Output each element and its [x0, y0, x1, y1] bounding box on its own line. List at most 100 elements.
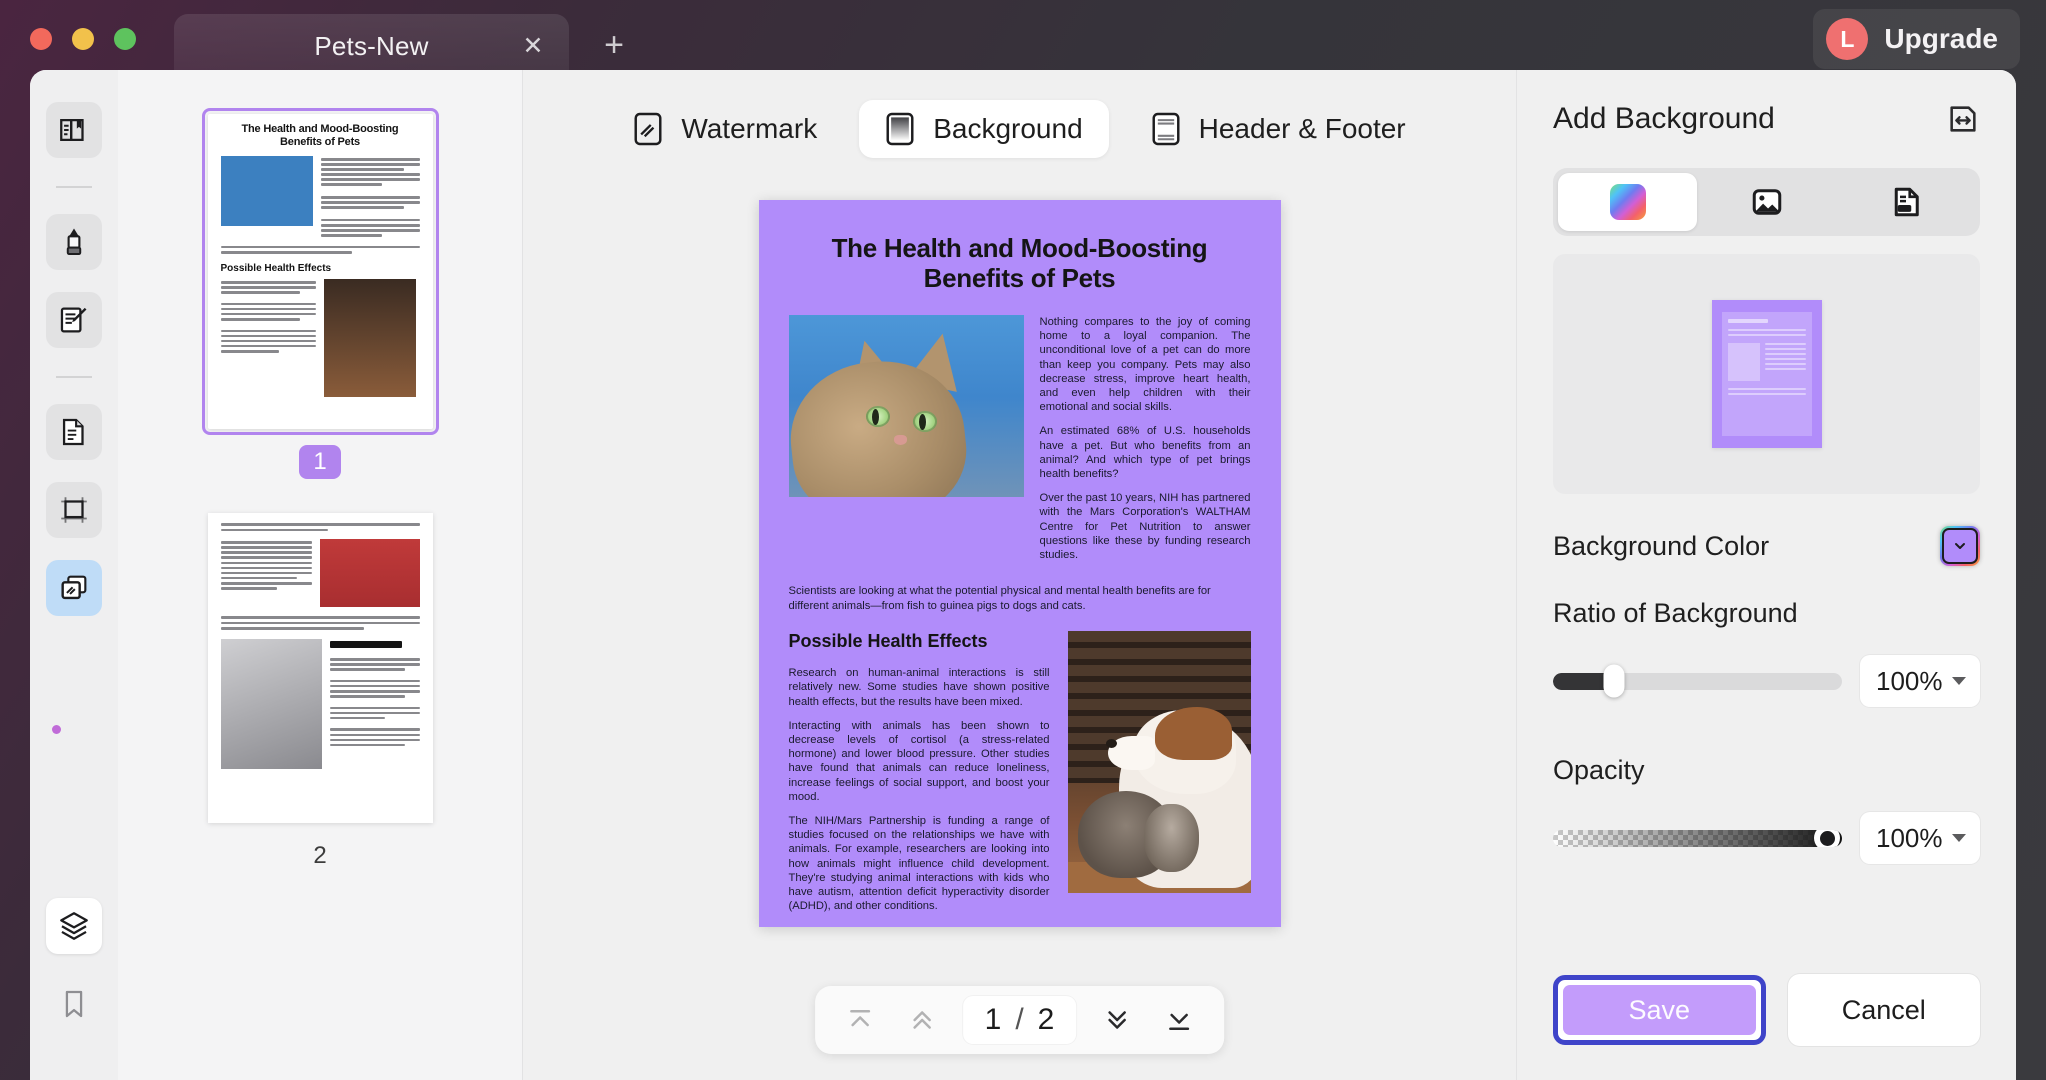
document-paragraph: Interacting with animals has been shown … — [788, 719, 1050, 803]
thumbnail-page-number: 2 — [313, 842, 327, 869]
document-paragraph: Nothing compares to the joy of coming ho… — [1039, 316, 1251, 414]
title-bar: Pets-New ✕ + L Upgrade — [0, 0, 2046, 78]
document-scroll-region[interactable]: The Health and Mood-Boosting Benefits of… — [523, 160, 1516, 1080]
active-tool-indicator — [52, 725, 61, 734]
chevron-down-icon — [1952, 677, 1966, 685]
close-icon[interactable]: ✕ — [519, 32, 547, 60]
color-gradient-icon — [1609, 184, 1646, 220]
thumbnail-item-2[interactable]: 2 — [207, 513, 433, 873]
header-footer-icon — [1152, 112, 1180, 146]
cancel-button[interactable]: Cancel — [1787, 974, 1980, 1046]
previous-page-button[interactable] — [893, 997, 951, 1043]
app-window: The Health and Mood-Boosting Benefits of… — [30, 70, 2016, 1080]
file-icon — [1894, 187, 1919, 217]
ratio-value-dropdown[interactable]: 100% — [1860, 655, 1980, 707]
thumbnail-cat-image — [220, 156, 313, 226]
document-paragraph: Over the past 10 years, NIH has partnere… — [1039, 492, 1251, 562]
document-area: Watermark Background Header & Footer The… — [523, 70, 1516, 1080]
tab-pets-new[interactable]: Pets-New ✕ — [174, 14, 569, 78]
page-thumbnail[interactable] — [207, 513, 433, 823]
source-tab-image[interactable] — [1697, 173, 1836, 231]
layers-icon — [60, 912, 88, 940]
first-page-icon — [849, 1010, 870, 1027]
rail-bottom-group — [46, 898, 102, 1080]
opacity-slider-thumb[interactable] — [1814, 829, 1840, 847]
ratio-slider[interactable] — [1553, 664, 1842, 698]
thumbnail-dog-image — [323, 278, 416, 397]
sidebar-item-bookmark[interactable] — [46, 976, 102, 1032]
background-color-swatch[interactable] — [1940, 526, 1980, 566]
sidebar-item-edit-document[interactable] — [46, 292, 102, 348]
previous-page-icon — [912, 1011, 931, 1029]
thumbnail-preview — [208, 513, 433, 769]
minimize-window-button[interactable] — [72, 28, 94, 50]
tab-background[interactable]: Background — [859, 100, 1109, 158]
sidebar-item-layers[interactable] — [46, 898, 102, 954]
tab-header-footer[interactable]: Header & Footer — [1125, 100, 1432, 158]
current-page-value: 1 — [984, 1003, 1002, 1036]
sidebar-item-organize-pages[interactable] — [46, 404, 102, 460]
thumbnail-item-1[interactable]: The Health and Mood-Boosting Benefits of… — [201, 108, 439, 479]
sidebar-item-reader-view[interactable] — [46, 102, 102, 158]
panel-actions: Save Cancel — [1553, 950, 1980, 1080]
opacity-value-dropdown[interactable]: 100% — [1860, 812, 1980, 864]
thumbnail-panel[interactable]: The Health and Mood-Boosting Benefits of… — [118, 70, 523, 1080]
document-page[interactable]: The Health and Mood-Boosting Benefits of… — [758, 200, 1281, 927]
last-page-icon — [1169, 1013, 1190, 1030]
document-wide-paragraph: Scientists are looking at what the poten… — [788, 585, 1211, 612]
source-tab-file[interactable] — [1836, 173, 1975, 231]
sidebar-item-crop-page[interactable] — [46, 482, 102, 538]
rail-divider-1 — [56, 186, 92, 188]
chevron-down-icon — [1952, 834, 1966, 842]
maximize-window-button[interactable] — [114, 28, 136, 50]
tab-label: Watermark — [681, 113, 818, 144]
crop-icon — [61, 497, 87, 523]
background-icon — [886, 112, 914, 146]
expand-panel-icon[interactable] — [1946, 102, 1980, 136]
panel-header: Add Background — [1553, 70, 1980, 168]
page-separator: / — [1015, 1003, 1024, 1036]
thumbnail-title: The Health and Mood-Boosting Benefits of… — [241, 123, 399, 148]
page-thumbnail[interactable]: The Health and Mood-Boosting Benefits of… — [201, 108, 439, 435]
pages-icon — [62, 418, 84, 446]
first-page-button[interactable] — [831, 997, 889, 1043]
save-button[interactable]: Save — [1563, 985, 1756, 1035]
page-number-input[interactable]: 1 / 2 — [962, 996, 1077, 1044]
background-color-label: Background Color — [1553, 530, 1770, 561]
preview-page — [1711, 300, 1822, 448]
rail-divider-2 — [56, 376, 92, 378]
image-icon — [1752, 189, 1781, 215]
next-page-button[interactable] — [1088, 997, 1146, 1043]
preview-page-content — [1721, 312, 1812, 436]
ratio-slider-thumb[interactable] — [1603, 664, 1625, 698]
tab-label: Header & Footer — [1198, 113, 1406, 144]
thumbnail-page-number: 1 — [299, 445, 341, 479]
thumbnail-dogs-image — [319, 539, 420, 608]
new-tab-button[interactable]: + — [591, 22, 637, 68]
document-bottom-section: Possible Health Effects Research on huma… — [789, 631, 1251, 923]
highlighter-icon — [66, 228, 82, 256]
total-pages-value: 2 — [1037, 1003, 1055, 1036]
document-paragraph: An estimated 68% of U.S. households have… — [1039, 425, 1251, 481]
thumbnail-cat-plant-image — [220, 638, 322, 769]
tab-watermark[interactable]: Watermark — [607, 100, 843, 158]
window-controls — [30, 28, 136, 50]
upgrade-button[interactable]: L Upgrade — [1813, 9, 2020, 69]
source-tab-color[interactable] — [1558, 173, 1697, 231]
document-section-column: Possible Health Effects Research on huma… — [789, 631, 1050, 923]
book-icon — [60, 118, 84, 142]
mode-tab-bar: Watermark Background Header & Footer — [607, 98, 1431, 160]
last-page-button[interactable] — [1150, 997, 1208, 1043]
background-color-row: Background Color — [1553, 500, 1980, 592]
opacity-slider[interactable] — [1553, 826, 1842, 850]
document-paragraph: The NIH/Mars Partnership is funding a ra… — [788, 815, 1050, 913]
ratio-slider-track[interactable] — [1553, 672, 1842, 690]
watermark-icon — [634, 112, 662, 146]
close-window-button[interactable] — [30, 28, 52, 50]
sidebar-item-highlighter[interactable] — [46, 214, 102, 270]
opacity-slider-track[interactable] — [1553, 829, 1842, 847]
watermark-icon — [61, 575, 87, 600]
opacity-label: Opacity — [1553, 755, 1645, 785]
background-settings-panel: Add Background Background Color Ratio of… — [1516, 70, 2016, 1080]
sidebar-item-watermark-background[interactable] — [46, 560, 102, 616]
